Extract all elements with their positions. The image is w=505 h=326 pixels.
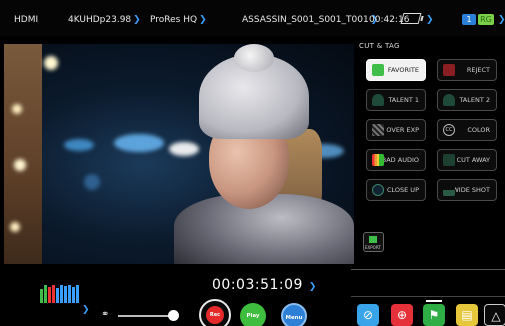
tag-label: FAVORITE [387,66,419,74]
export-button[interactable]: EXPORT [363,232,384,252]
subject-hat-pompom [234,44,274,72]
export-label: EXPORT [365,245,381,250]
eye-icon [372,184,384,196]
tag-label: REJECT [466,66,490,74]
timecode[interactable]: 00:03:51:09 ❯ [212,277,317,293]
record-icon: Rec [206,306,224,324]
headphones-icon: ⚭ [101,309,110,320]
tag-label: TALENT 2 [459,96,490,104]
channel-badge: 1 [462,14,476,25]
cc-icon: CC [443,124,455,136]
status-badge: RG [478,14,494,25]
tag-label: BAD AUDIO [381,156,419,164]
panel-title: CUT & TAG [359,42,400,50]
flag-icon: ⚑ [428,308,440,322]
bokeh-light [14,159,26,171]
panel-divider [351,269,505,270]
meters-chevron-icon[interactable]: ❯ [82,305,90,315]
audio-meter-icon [372,154,384,166]
tag-label: OVER EXP [386,126,419,134]
tag-cut-away-button[interactable]: CUT AWAY [437,149,497,171]
battery-chevron-icon[interactable]: ❯ [424,15,434,25]
input-source[interactable]: HDMI [14,15,38,25]
tag-favorite-button[interactable]: FAVORITE [366,59,426,81]
toolbar-divider [351,296,505,297]
landscape-icon [443,184,455,196]
atomos-logo-icon: △ [491,309,501,323]
person-icon [372,94,384,106]
more-chevron-icon[interactable]: ❯ [496,15,505,25]
person-icon [443,94,455,106]
selected-tool-indicator [426,300,442,302]
tag-label: TALENT 1 [388,96,419,104]
record-button[interactable]: Rec [199,299,231,326]
cutaway-icon [443,154,455,166]
clip-filename[interactable]: ASSASSIN_S001_S001_T001 ❯ [242,15,378,25]
tag-label: CLOSE UP [386,186,419,194]
top-status-bar: HDMI 4KUHDp23.98 ❯ ProRes HQ ❯ ASSASSIN_S0… [0,0,505,36]
flag-icon [369,236,377,243]
bokeh-light [64,139,94,151]
cut-tag-tool-button[interactable]: ⚑ [423,304,445,326]
scene-wall [4,44,42,264]
battery-icon [400,13,422,24]
tag-bad-audio-button[interactable]: BAD AUDIO [366,149,426,171]
play-button[interactable]: Play [240,303,266,326]
video-format[interactable]: 4KUHDp23.98 ❯ [68,15,141,25]
tag-label: WIDE SHOT [452,186,490,194]
no-source-tool-button[interactable]: ⊘ [357,304,379,326]
tag-talent-2-button[interactable]: TALENT 2 [437,89,497,111]
tag-talent-1-button[interactable]: TALENT 1 [366,89,426,111]
bokeh-light [44,56,58,70]
grid-icon: ▤ [461,308,473,322]
focus-tool-button[interactable]: ⊕ [391,304,413,326]
thumbs-down-icon [443,64,455,76]
zebra-icon [372,124,384,136]
bokeh-light [114,134,164,152]
thumbs-up-icon [372,64,384,76]
volume-slider-handle[interactable] [168,310,179,321]
tag-color-button[interactable]: CC COLOR [437,119,497,141]
codec[interactable]: ProRes HQ ❯ [150,15,207,25]
tag-over-exp-button[interactable]: OVER EXP [366,119,426,141]
layout-tool-button[interactable]: ▤ [456,304,478,326]
tag-label: COLOR [467,126,490,134]
tag-label: CUT AWAY [456,156,490,164]
video-preview[interactable] [4,44,354,264]
bokeh-light [169,142,199,156]
tag-wide-shot-button[interactable]: WIDE SHOT [437,179,497,201]
atomos-logo-button[interactable]: △ [484,304,505,326]
bokeh-light [12,104,22,114]
menu-button[interactable]: Menu [281,303,307,326]
crossed-circle-icon: ⊘ [362,308,374,322]
bokeh-light [84,174,100,190]
crosshair-icon: ⊕ [396,308,408,322]
tag-reject-button[interactable]: REJECT [437,59,497,81]
bokeh-light [10,222,20,232]
tag-close-up-button[interactable]: CLOSE UP [366,179,426,201]
